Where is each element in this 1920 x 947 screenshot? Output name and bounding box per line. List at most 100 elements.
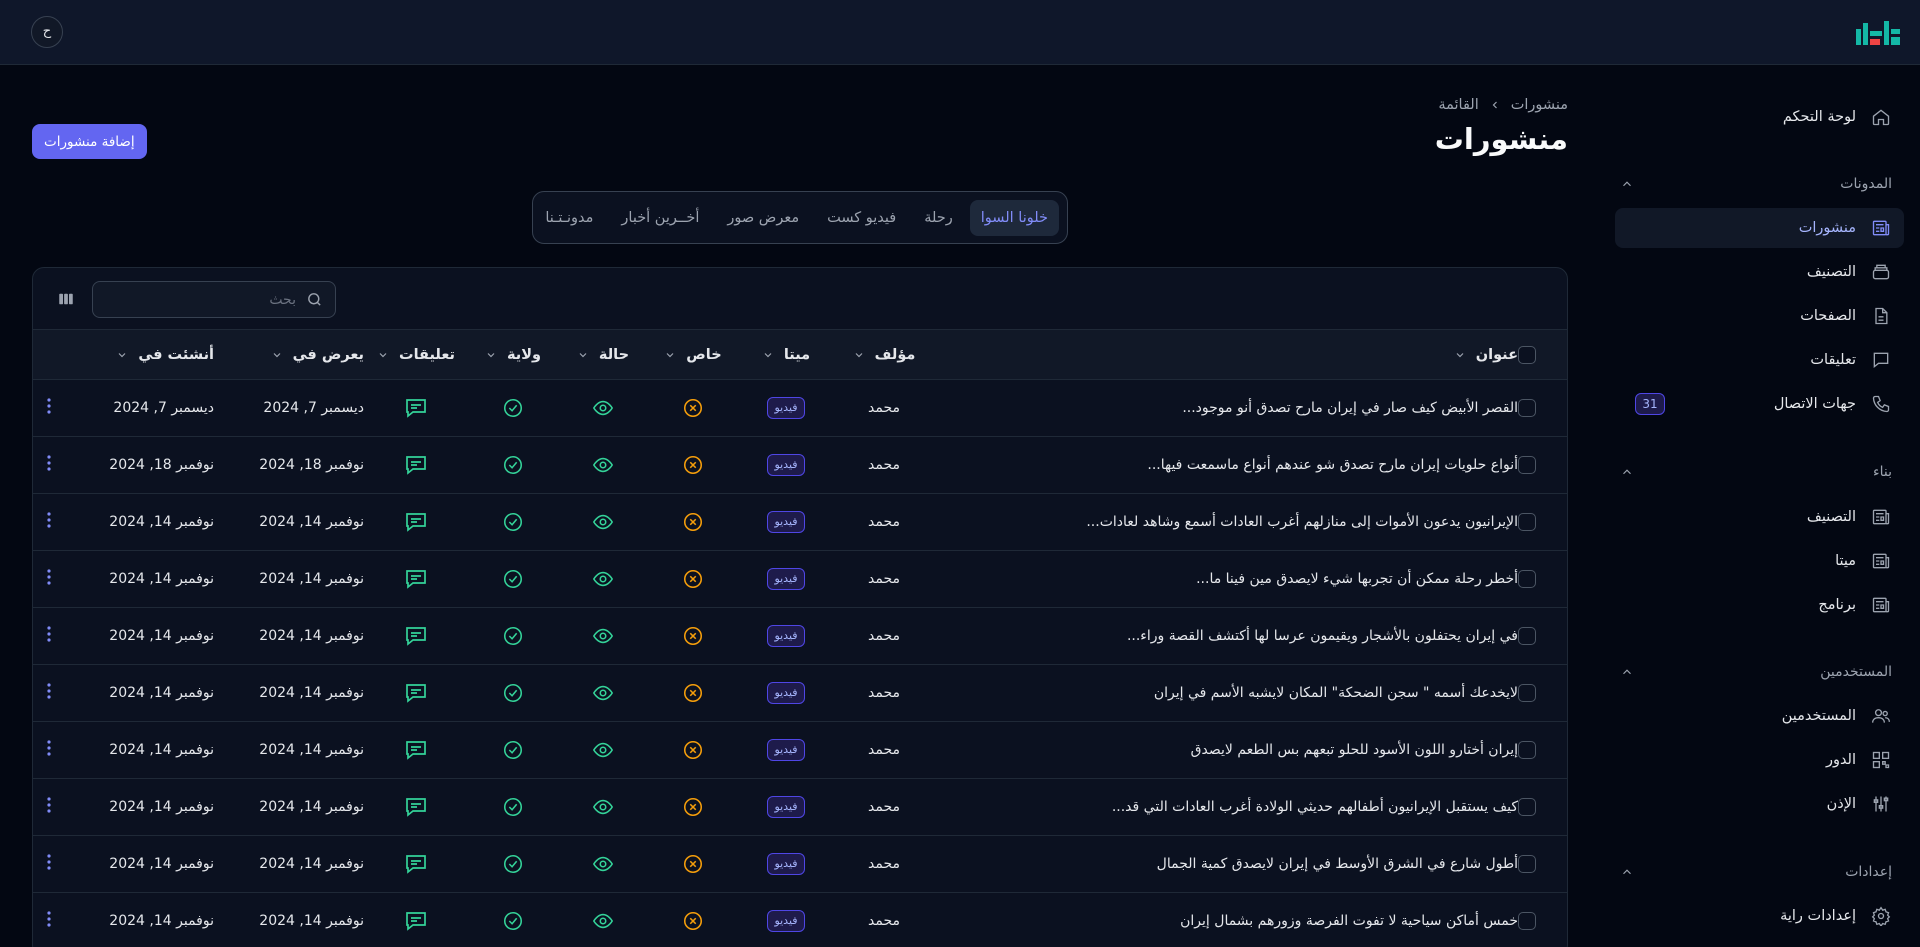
row-checkbox[interactable]: [1518, 399, 1536, 417]
more-actions-icon[interactable]: [46, 739, 52, 757]
column-header-created-at[interactable]: أنشئت في: [116, 347, 214, 363]
comment-icon[interactable]: [404, 624, 428, 648]
post-title[interactable]: أنواع حلويات إيران مارح تصدق شو عندهم أن…: [934, 437, 1518, 494]
post-title[interactable]: كيف يستقبل الإيرانيون أطفالهم حديثي الول…: [934, 779, 1518, 836]
table-row[interactable]: أطول شارع في الشرق الأوسط في إيران لايصد…: [33, 836, 1567, 893]
post-title[interactable]: القصر الأبيض كيف صار في إيران مارح تصدق …: [934, 380, 1518, 437]
search-input[interactable]: [116, 291, 296, 308]
comment-icon[interactable]: [404, 396, 428, 420]
sidebar-group-build[interactable]: بناء: [1615, 458, 1904, 486]
chevron-up-icon[interactable]: [1619, 464, 1635, 480]
table-row[interactable]: أخطر رحلة ممكن أن تجربها شيء لايصدق مين …: [33, 551, 1567, 608]
column-header-comments[interactable]: تعليقات: [377, 347, 455, 363]
row-checkbox[interactable]: [1518, 798, 1536, 816]
sidebar-group-settings[interactable]: إعدادات: [1615, 858, 1904, 886]
sidebar-item-dashboard[interactable]: لوحة التحكم: [1615, 97, 1904, 137]
tab-trip[interactable]: رحلة: [913, 200, 964, 236]
post-title[interactable]: في إيران يحتفلون بالأشجار ويقيمون عرسا ل…: [934, 608, 1518, 665]
column-header-title[interactable]: عنوان: [1454, 347, 1518, 363]
more-actions-icon[interactable]: [46, 853, 52, 871]
post-title[interactable]: أخطر رحلة ممكن أن تجربها شيء لايصدق مين …: [934, 551, 1518, 608]
columns-icon[interactable]: [57, 290, 75, 308]
table-row[interactable]: لايخدعك أسمه " سجن الضحكة" المكان لايشبه…: [33, 665, 1567, 722]
sidebar-group-users[interactable]: المستخدمين: [1615, 658, 1904, 686]
comment-icon[interactable]: [404, 738, 428, 762]
more-actions-icon[interactable]: [46, 454, 52, 472]
column-header-private[interactable]: خاص: [664, 347, 722, 363]
post-title[interactable]: الإيرانيون يدعون الأموات إلى منازلهم أغر…: [934, 494, 1518, 551]
breadcrumb-root[interactable]: منشورات: [1511, 97, 1568, 113]
row-checkbox[interactable]: [1518, 741, 1536, 759]
sidebar-group-blogs[interactable]: المدونات: [1615, 170, 1904, 198]
post-title[interactable]: لايخدعك أسمه " سجن الضحكة" المكان لايشبه…: [934, 665, 1518, 722]
tab-our-blog[interactable]: مدونـتـنا: [534, 200, 604, 236]
row-checkbox[interactable]: [1518, 513, 1536, 531]
shown-in-date: نوفمبر 14, 2024: [259, 913, 364, 929]
newspaper-icon: [1870, 506, 1892, 528]
tab-video-cast[interactable]: فيديو كست: [816, 200, 907, 236]
sidebar-item-taxonomy[interactable]: التصنيف: [1615, 497, 1904, 537]
user-avatar[interactable]: ح: [31, 16, 63, 48]
post-title[interactable]: إيران أختارو اللون الأسود للحلو تبعهم بس…: [934, 722, 1518, 779]
sidebar-item-label: إعدادات راية: [1780, 908, 1856, 924]
comment-icon[interactable]: [404, 795, 428, 819]
more-actions-icon[interactable]: [46, 796, 52, 814]
column-header-author[interactable]: مؤلف: [853, 347, 915, 363]
more-actions-icon[interactable]: [46, 910, 52, 928]
row-checkbox[interactable]: [1518, 627, 1536, 645]
post-title[interactable]: أطول شارع في الشرق الأوسط في إيران لايصد…: [934, 836, 1518, 893]
comment-icon[interactable]: [404, 681, 428, 705]
table-row[interactable]: القصر الأبيض كيف صار في إيران مارح تصدق …: [33, 380, 1567, 437]
table-row[interactable]: إيران أختارو اللون الأسود للحلو تبعهم بس…: [33, 722, 1567, 779]
row-checkbox[interactable]: [1518, 855, 1536, 873]
chevron-up-icon[interactable]: [1619, 864, 1635, 880]
eye-icon: [592, 568, 614, 590]
tab-gallery[interactable]: معرض صور: [716, 200, 810, 236]
shown-in-date: نوفمبر 14, 2024: [259, 628, 364, 644]
row-checkbox[interactable]: [1518, 456, 1536, 474]
post-author: محمد: [868, 514, 900, 530]
add-posts-button[interactable]: إضافة منشورات: [32, 124, 147, 159]
sidebar-item-pages[interactable]: الصفحات: [1615, 296, 1904, 336]
column-header-status[interactable]: حالة: [577, 347, 629, 363]
post-title[interactable]: خمس أماكن سياحية لا تفوت الفرصة وزورهم ب…: [934, 893, 1518, 947]
table-row[interactable]: كيف يستقبل الإيرانيون أطفالهم حديثي الول…: [33, 779, 1567, 836]
chevron-up-icon[interactable]: [1619, 664, 1635, 680]
comment-icon[interactable]: [404, 852, 428, 876]
table-row[interactable]: خمس أماكن سياحية لا تفوت الفرصة وزورهم ب…: [33, 893, 1567, 947]
comment-icon[interactable]: [404, 453, 428, 477]
column-header-shown-in[interactable]: يعرض في: [271, 347, 364, 363]
tab-khalouna-alsawa[interactable]: خلونا السوا: [969, 199, 1059, 236]
table-row[interactable]: في إيران يحتفلون بالأشجار ويقيمون عرسا ل…: [33, 608, 1567, 665]
sidebar-item-permissions[interactable]: الإذن: [1615, 784, 1904, 824]
table-row[interactable]: أنواع حلويات إيران مارح تصدق شو عندهم أن…: [33, 437, 1567, 494]
sidebar-item-program[interactable]: برنامج: [1615, 585, 1904, 625]
chevron-up-icon[interactable]: [1619, 176, 1635, 192]
more-actions-icon[interactable]: [46, 568, 52, 586]
column-header-meta[interactable]: ميتا: [762, 347, 810, 363]
sidebar-item-contacts[interactable]: جهات الاتصال 31: [1615, 384, 1904, 424]
sidebar-item-meta[interactable]: ميتا: [1615, 541, 1904, 581]
more-actions-icon[interactable]: [46, 511, 52, 529]
sidebar-item-raya-settings[interactable]: إعدادات راية: [1615, 896, 1904, 936]
row-checkbox[interactable]: [1518, 912, 1536, 930]
comment-icon[interactable]: [404, 567, 428, 591]
sidebar-item-label: الدور: [1825, 752, 1856, 768]
sidebar-item-roles[interactable]: الدور: [1615, 740, 1904, 780]
sidebar-item-users[interactable]: المستخدمين: [1615, 696, 1904, 736]
column-header-state[interactable]: ولاية: [485, 347, 541, 363]
more-actions-icon[interactable]: [46, 682, 52, 700]
brand-logo[interactable]: [1854, 19, 1902, 47]
select-all-checkbox[interactable]: [1518, 345, 1536, 364]
tab-other-news[interactable]: أخــرين أخبار: [610, 200, 710, 236]
row-checkbox[interactable]: [1518, 570, 1536, 588]
sidebar-item-categories[interactable]: التصنيف: [1615, 252, 1904, 292]
table-row[interactable]: الإيرانيون يدعون الأموات إلى منازلهم أغر…: [33, 494, 1567, 551]
comment-icon[interactable]: [404, 510, 428, 534]
more-actions-icon[interactable]: [46, 397, 52, 415]
sidebar-item-posts[interactable]: منشورات: [1615, 208, 1904, 248]
comment-icon[interactable]: [404, 909, 428, 933]
sidebar-item-comments[interactable]: تعليقات: [1615, 340, 1904, 380]
more-actions-icon[interactable]: [46, 625, 52, 643]
row-checkbox[interactable]: [1518, 684, 1536, 702]
